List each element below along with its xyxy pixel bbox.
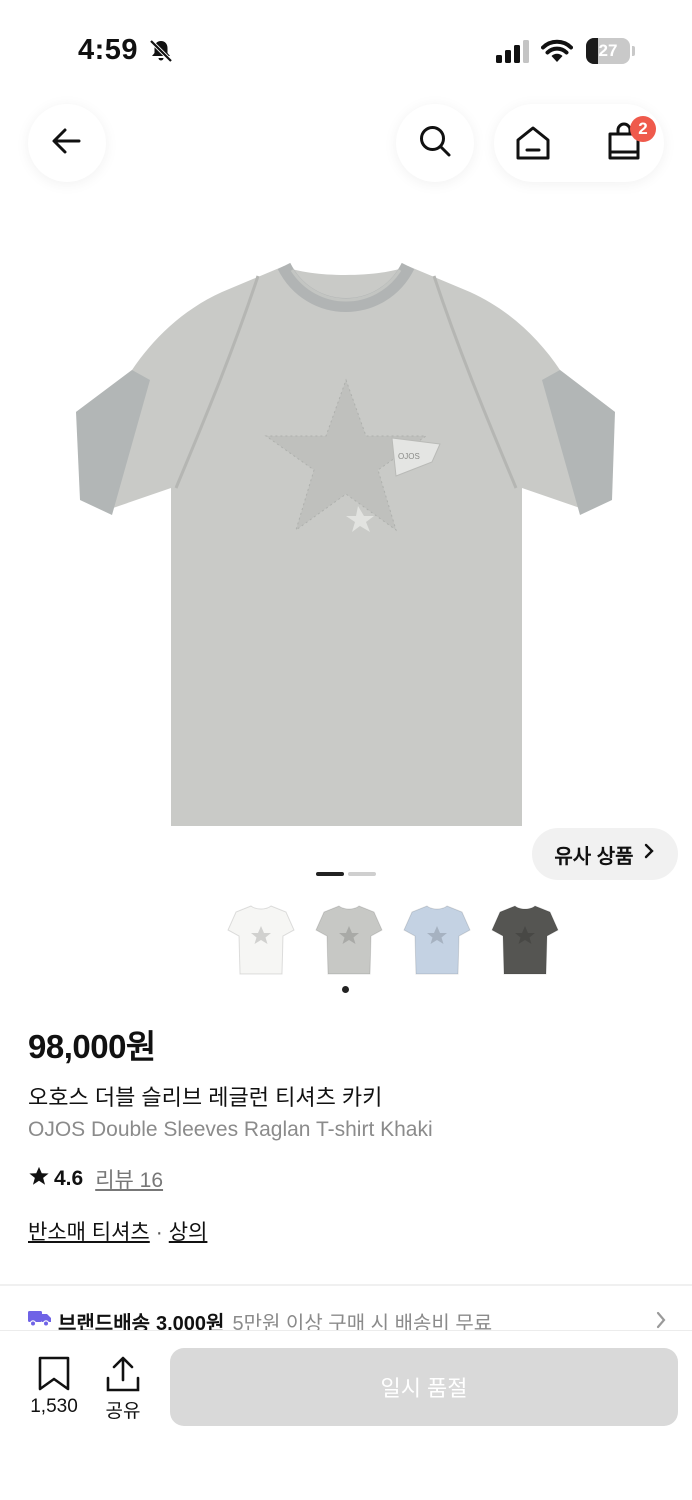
cellular-signal-icon [496,40,532,69]
category-separator: · [155,1221,163,1244]
search-icon [417,123,453,164]
share-button[interactable]: 공유 [96,1356,150,1426]
chevron-right-icon [642,842,656,866]
back-button[interactable] [28,104,106,182]
search-button[interactable] [396,104,474,182]
rating-score: 4.6 [54,1167,84,1190]
bookmark-count: 1,530 [30,1396,78,1417]
category-link-sub[interactable]: 반소매 티셔츠 [28,1221,150,1244]
image-pager-active [316,872,344,876]
soldout-button[interactable]: 일시 품절 [170,1348,678,1426]
bookmark-icon [37,1356,71,1397]
color-thumbnail-white[interactable] [226,900,296,980]
similar-products-label: 유사 상품 [554,845,634,868]
color-thumbnail-charcoal[interactable] [490,900,560,980]
home-button[interactable] [512,122,554,169]
rating-row: 4.6 리뷰 16 [28,1164,163,1194]
bell-muted-icon [148,38,174,69]
section-divider [0,1284,692,1286]
product-name-korean: 오호스 더블 슬리브 레글런 티셔츠 카키 [28,1085,383,1110]
product-price: 98,000원 [28,1028,156,1065]
category-breadcrumb: 반소매 티셔츠 · 상의 [28,1216,207,1246]
battery-indicator: 27 [586,38,635,64]
bookmark-button[interactable]: 1,530 [22,1356,86,1426]
color-thumbnails [226,900,560,980]
product-name-english: OJOS Double Sleeves Raglan T-shirt Khaki [28,1118,433,1141]
home-icon [512,126,554,168]
image-pager-inactive [348,872,376,876]
product-hero-image[interactable]: OJOS [40,230,652,850]
star-icon [28,1165,50,1193]
category-link-main[interactable]: 상의 [169,1221,208,1244]
cart-count-badge: 2 [630,116,656,142]
wifi-icon [541,38,573,69]
battery-percent: 27 [598,41,618,60]
status-bar: 4:59 27 [0,0,692,100]
color-thumbnail-khaki[interactable] [314,900,384,980]
status-time: 4:59 [78,34,139,66]
share-icon [104,1356,142,1397]
similar-products-button[interactable]: 유사 상품 [532,828,678,880]
share-label: 공유 [105,1401,141,1422]
thumbnail-pager-dot [342,986,349,993]
color-thumbnail-sky-blue[interactable] [402,900,472,980]
shopping-bag-icon [604,122,644,166]
review-link[interactable]: 리뷰 16 [95,1164,163,1194]
arrow-left-icon [49,123,85,164]
print-badge-text: OJOS [398,452,420,461]
